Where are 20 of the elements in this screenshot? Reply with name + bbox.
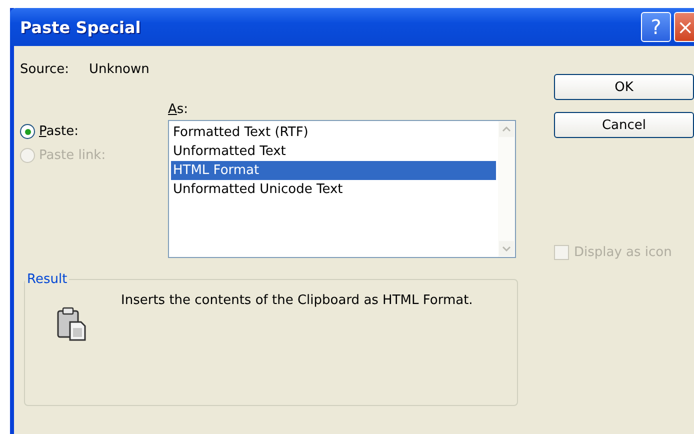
dialog-button[interactable]: Cancel: [554, 112, 694, 138]
list-item[interactable]: Formatted Text (RTF): [171, 123, 496, 142]
list-item[interactable]: Unformatted Unicode Text: [171, 180, 496, 199]
source-label: Source:: [20, 62, 70, 79]
clipboard-icon: [57, 307, 87, 341]
source-value: Unknown: [89, 62, 150, 79]
scroll-up-icon[interactable]: [499, 122, 514, 137]
scroll-down-icon[interactable]: [499, 241, 514, 256]
help-button[interactable]: ?: [641, 12, 671, 42]
result-title: Result: [26, 272, 68, 287]
result-description: Inserts the contents of the Clipboard as HTML Format.: [121, 292, 474, 310]
as-label: As:: [168, 102, 188, 117]
radio-option[interactable]: Paste:: [20, 124, 78, 139]
list-item[interactable]: Unformatted Text: [171, 142, 496, 161]
scrollbar[interactable]: [498, 121, 515, 257]
format-listbox[interactable]: Formatted Text (RTF) Unformatted Text HTML Format Unformatted Unicode Text: [168, 120, 516, 258]
close-button[interactable]: ×: [674, 12, 694, 42]
list-item[interactable]: HTML Format: [171, 161, 496, 180]
window-title: Paste Special: [20, 18, 141, 36]
dialog-button[interactable]: OK: [554, 74, 694, 100]
